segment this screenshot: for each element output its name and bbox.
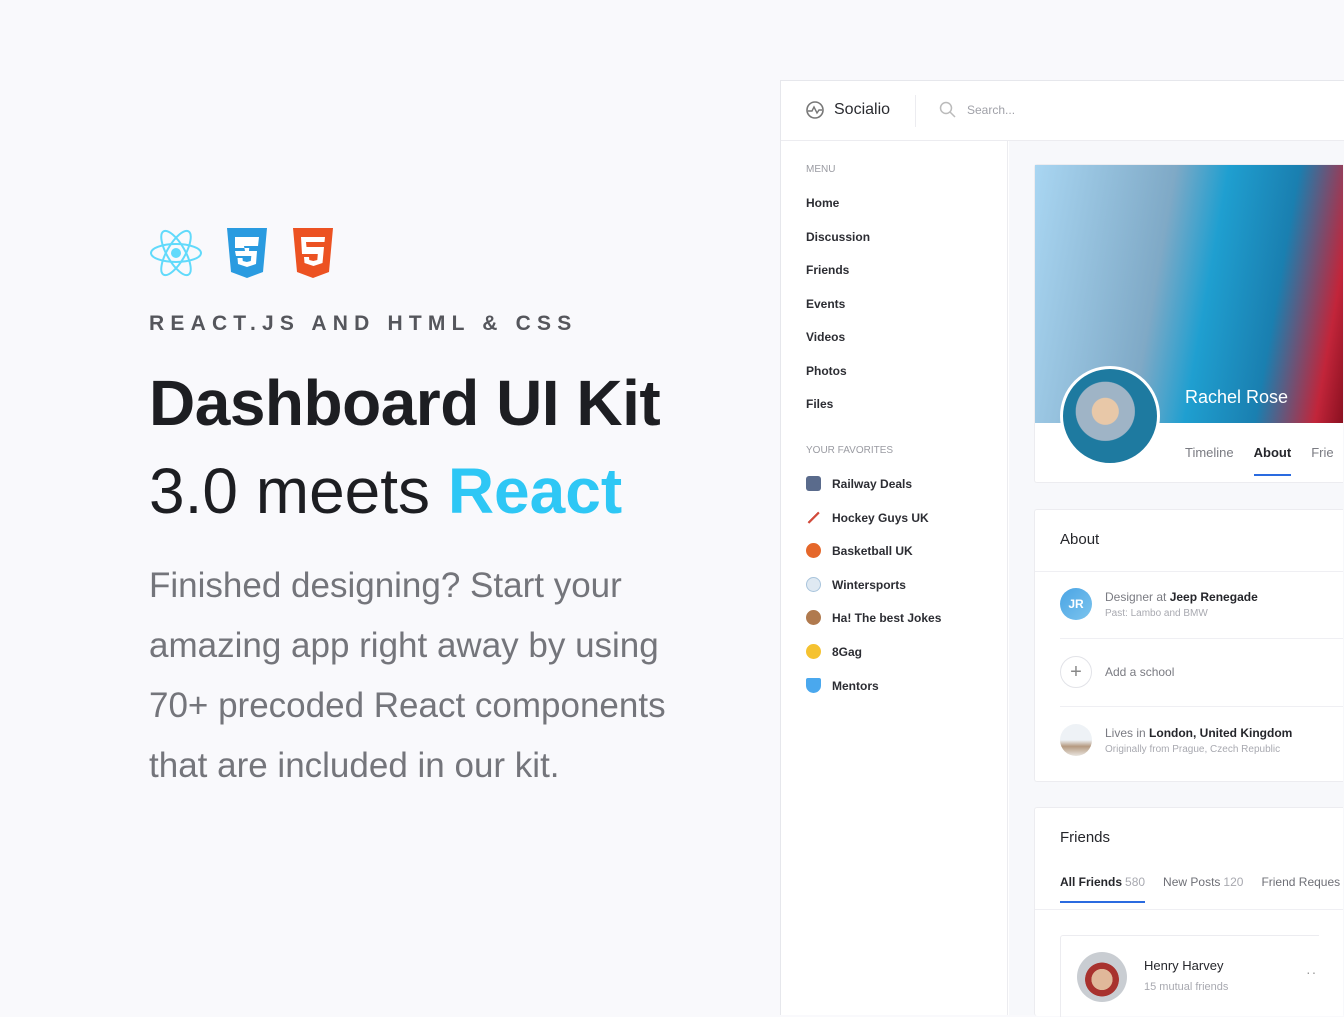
plus-icon: +	[1060, 656, 1092, 688]
train-icon	[806, 476, 821, 491]
origin: Originally from Prague, Czech Republic	[1105, 743, 1281, 755]
divider	[1060, 706, 1343, 707]
favorite-mentors[interactable]: Mentors	[806, 678, 879, 693]
hero-title: Dashboard UI Kit	[149, 367, 661, 439]
favorite-wintersports[interactable]: Wintersports	[806, 577, 906, 592]
favorite-label: Mentors	[832, 678, 879, 693]
main-content: Rachel Rose Timeline About Frie About JR…	[1009, 141, 1344, 1017]
tab-new-posts[interactable]: New Posts 120	[1163, 875, 1243, 889]
snowman-icon	[806, 577, 821, 592]
friends-title: Friends	[1060, 829, 1111, 846]
work-prefix: Designer at	[1105, 589, 1170, 604]
css3-logo-icon	[227, 228, 267, 278]
hero-subtitle: 3.0 meets React	[149, 454, 622, 528]
friend-avatar	[1077, 952, 1127, 1002]
friend-name: Henry Harvey	[1144, 958, 1224, 973]
lives-prefix: Lives in	[1105, 725, 1150, 740]
favorite-hockey-guys-uk[interactable]: Hockey Guys UK	[806, 510, 929, 525]
friends-card: Friends All Friends 580 New Posts 120 Frie…	[1034, 807, 1343, 1017]
sidebar-item-files[interactable]: Files	[806, 397, 833, 411]
favorite-label: Railway Deals	[832, 476, 913, 491]
favorite-jokes[interactable]: Ha! The best Jokes	[806, 610, 941, 625]
divider	[1060, 638, 1343, 639]
hockey-icon	[806, 510, 821, 525]
company-avatar: JR	[1060, 588, 1092, 620]
work-line: Designer at Jeep Renegade	[1105, 590, 1258, 604]
sidebar-item-friends[interactable]: Friends	[806, 263, 849, 277]
favorite-label: Wintersports	[832, 577, 906, 592]
react-logo-icon	[150, 229, 202, 277]
tab-label: All Friends	[1060, 875, 1123, 889]
location-row: Lives in London, United Kingdom Originall…	[1060, 724, 1343, 756]
profile-name: Rachel Rose	[1185, 387, 1289, 407]
profile-tabs: Timeline About Frie	[1185, 445, 1334, 476]
hero-paragraph: Finished designing? Start your amazing a…	[149, 566, 666, 785]
friend-item[interactable]: Henry Harvey 15 mutual friends ··	[1060, 935, 1319, 1017]
brand-name: Socialio	[834, 101, 891, 118]
favorite-label: 8Gag	[832, 644, 863, 659]
basketball-icon	[806, 543, 821, 558]
tech-logos	[149, 228, 335, 278]
friend-mutual: 15 mutual friends	[1144, 981, 1229, 993]
dashboard-preview: Socialio Search... MENU Home Discussion …	[780, 80, 1344, 1017]
subtitle-prefix: 3.0 meets	[149, 455, 448, 527]
tab-label: Friend Reques	[1261, 875, 1341, 889]
tagline: REACT.JS AND HTML & CSS	[149, 312, 578, 335]
favorite-8gag[interactable]: 8Gag	[806, 644, 862, 659]
top-bar: Socialio Search...	[781, 81, 1344, 141]
sidebar: MENU Home Discussion Friends Events Vide…	[781, 141, 1008, 1015]
sidebar-item-home[interactable]: Home	[806, 196, 839, 210]
tab-friend-requests[interactable]: Friend Reques	[1261, 875, 1340, 889]
add-school-label: Add a school	[1105, 665, 1175, 679]
tab-all-friends[interactable]: All Friends 580	[1060, 875, 1146, 903]
monkey-icon	[806, 610, 821, 625]
html5-logo-icon	[293, 228, 333, 278]
work-row: JR Designer at Jeep Renegade Past: Lambo …	[1060, 588, 1343, 620]
divider	[1035, 909, 1343, 910]
tab-count: 580	[1125, 875, 1146, 889]
favorite-label: Basketball UK	[832, 543, 913, 558]
about-title: About	[1060, 531, 1100, 548]
lives-place: London, United Kingdom	[1149, 725, 1293, 740]
friends-tabs: All Friends 580 New Posts 120 Friend Reque…	[1060, 875, 1340, 903]
favorite-basketball-uk[interactable]: Basketball UK	[806, 543, 913, 558]
tab-label: New Posts	[1163, 875, 1221, 889]
profile-card: Rachel Rose Timeline About Frie	[1034, 164, 1343, 483]
lives-line: Lives in London, United Kingdom	[1105, 726, 1292, 740]
tab-friends[interactable]: Frie	[1311, 445, 1333, 460]
tab-about[interactable]: About	[1253, 445, 1291, 476]
subtitle-accent: React	[447, 455, 623, 527]
divider	[915, 95, 916, 127]
about-card: About JR Designer at Jeep Renegade Past: …	[1034, 509, 1343, 782]
work-company: Jeep Renegade	[1169, 589, 1258, 604]
add-school-row[interactable]: + Add a school	[1060, 656, 1343, 688]
tab-count: 120	[1223, 875, 1244, 889]
favorite-label: Hockey Guys UK	[832, 510, 929, 525]
divider	[1035, 571, 1343, 572]
pulse-logo-icon	[806, 101, 824, 119]
search-input[interactable]: Search...	[939, 101, 1015, 119]
active-tab-indicator	[1060, 901, 1146, 903]
menu-heading: MENU	[806, 164, 836, 175]
search-icon	[939, 101, 956, 118]
favorite-label: Ha! The best Jokes	[832, 610, 942, 625]
tab-timeline[interactable]: Timeline	[1185, 445, 1234, 460]
search-placeholder: Search...	[967, 103, 1016, 117]
laughing-emoji-icon	[806, 644, 821, 659]
favorite-railway-deals[interactable]: Railway Deals	[806, 476, 912, 491]
sidebar-item-photos[interactable]: Photos	[806, 364, 847, 378]
profile-avatar[interactable]	[1060, 366, 1160, 466]
more-icon[interactable]: ··	[1306, 964, 1317, 980]
favorites-heading: YOUR FAVORITES	[806, 445, 894, 456]
sidebar-item-events[interactable]: Events	[806, 297, 845, 311]
city-image	[1060, 724, 1092, 756]
sidebar-item-videos[interactable]: Videos	[806, 330, 845, 344]
brand[interactable]: Socialio	[806, 101, 890, 119]
work-past: Past: Lambo and BMW	[1105, 607, 1208, 619]
gem-icon	[806, 678, 821, 693]
sidebar-item-discussion[interactable]: Discussion	[806, 230, 870, 244]
